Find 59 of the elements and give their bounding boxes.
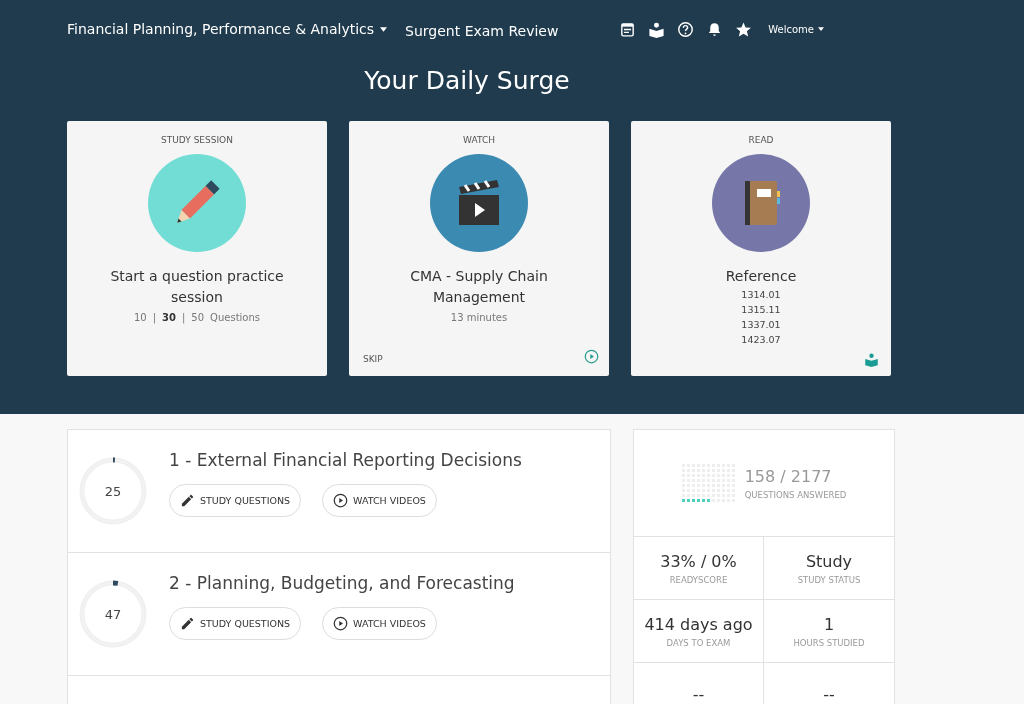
card-title: CMA - Supply Chain Management [409, 267, 549, 307]
pencil-icon [180, 493, 195, 508]
section-title: 1 - External Financial Reporting Decisions [169, 450, 522, 470]
card-label: STUDY SESSION [161, 135, 233, 145]
stat-value: 33% / 0% [660, 551, 737, 571]
stat-label: READYSCORE [669, 574, 728, 585]
activity-card[interactable]: STUDY SESSION Start a question practice session 10 | 30 | 50 Questions [67, 121, 327, 376]
questions-count: 158 / 2177 [744, 466, 833, 486]
reference-number: 1423.07 [741, 333, 781, 347]
card-title: Start a question practice session [109, 267, 285, 307]
brand-name: Surgent Exam Review [405, 23, 559, 39]
card-label: READ [748, 135, 774, 145]
question-count-option[interactable]: 10 [133, 312, 147, 323]
reference-number: 1315.11 [741, 303, 781, 317]
progress-ring [78, 456, 148, 526]
reference-number: 1337.01 [741, 318, 781, 332]
stat-value: 414 days ago [644, 614, 753, 634]
card-title: Reference [724, 267, 798, 286]
progress-number: 47 [104, 606, 122, 622]
course-dropdown[interactable]: Financial Planning, Performance & Analytics [67, 21, 388, 37]
question-count-option[interactable]: 50 [191, 312, 205, 323]
question-count-option[interactable]: 30 [162, 312, 176, 323]
help-icon[interactable] [677, 20, 695, 38]
user-menu[interactable]: Welcome [768, 23, 824, 35]
calendar-icon[interactable] [619, 20, 637, 38]
section-title: 2 - Planning, Budgeting, and Forecasting [169, 573, 515, 593]
card-label: WATCH [463, 135, 495, 145]
stat-value: -- [823, 684, 835, 704]
play-circle-icon [333, 616, 349, 631]
separator: | [152, 312, 157, 323]
play-circle-icon [333, 493, 349, 508]
caret-icon [818, 27, 824, 31]
watch-videos-button[interactable]: WATCH VIDEOS [322, 484, 437, 517]
stat-label: HOURS STUDIED [793, 637, 865, 648]
reference-number: 1314.01 [741, 288, 781, 302]
stat-label: DAYS TO EXAM [666, 637, 731, 648]
study-questions-button[interactable]: STUDY QUESTIONS [169, 484, 302, 517]
activity-card[interactable]: WATCH CMA - Supply Chain Management 13 minutes SKIP [349, 121, 609, 376]
skip-link[interactable]: SKIP [363, 353, 383, 364]
watch-videos-button[interactable]: WATCH VIDEOS [322, 607, 437, 640]
questions-label: Questions [210, 312, 261, 323]
activity-card[interactable]: READ Reference 1314.01 1315.11 1337.01 1423.07 [631, 121, 891, 376]
stat-label: STUDY STATUS [797, 574, 861, 585]
video-duration: 13 minutes [450, 312, 508, 323]
reader-icon[interactable] [648, 20, 666, 38]
caret-icon [380, 26, 388, 32]
stat-value: Study [805, 551, 853, 571]
progress-number: 25 [104, 483, 122, 499]
play-circle-icon [584, 349, 599, 364]
progress-ring [78, 579, 148, 649]
stat-value: -- [692, 684, 705, 704]
star-icon[interactable] [735, 20, 753, 38]
questions-grid [681, 464, 735, 502]
page-heading: Your Daily Surge [363, 66, 571, 95]
stat-value: 1 [823, 614, 835, 634]
stat-label: QUESTIONS ANSWERED [744, 489, 847, 500]
pencil-icon [180, 616, 195, 631]
study-questions-button[interactable]: STUDY QUESTIONS [169, 607, 302, 640]
separator: | [182, 312, 186, 323]
